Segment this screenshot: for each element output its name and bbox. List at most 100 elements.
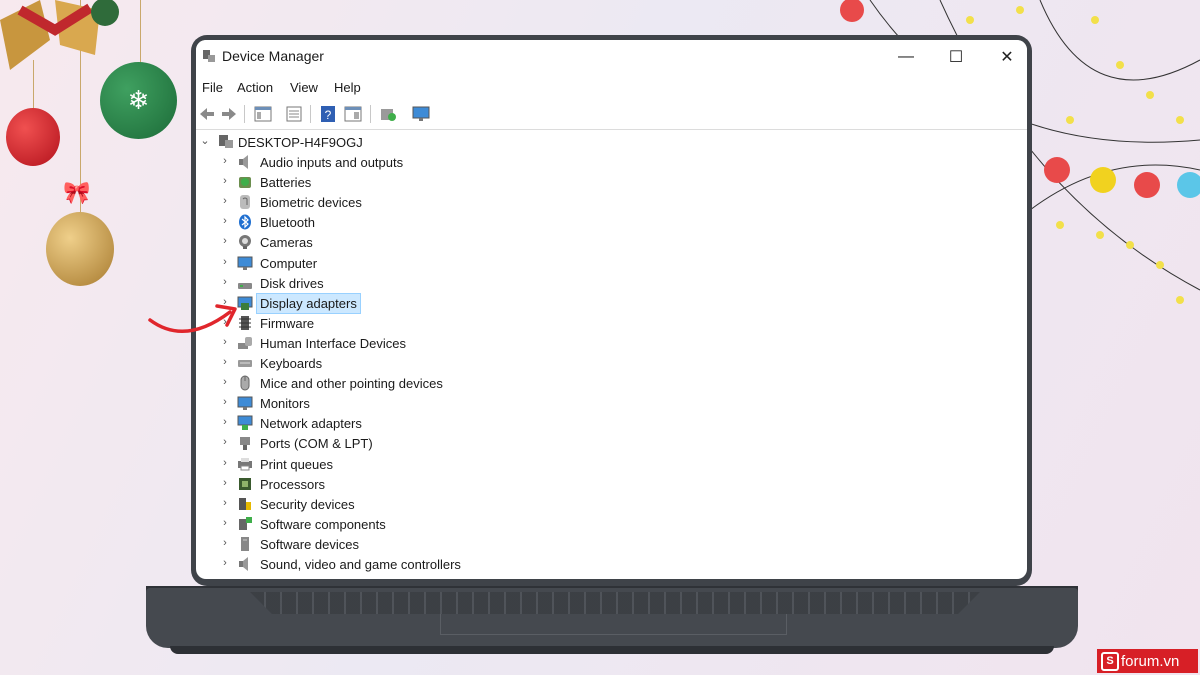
chevron-right-icon[interactable]: › bbox=[220, 457, 230, 468]
chevron-right-icon[interactable]: › bbox=[220, 558, 230, 569]
tree-item[interactable]: › Batteries bbox=[196, 172, 1027, 192]
chevron-right-icon[interactable]: › bbox=[220, 437, 230, 448]
tree-item-label: Display adapters bbox=[256, 292, 361, 314]
tree-item[interactable]: › Biometric devices bbox=[196, 192, 1027, 212]
tree-item[interactable]: › Mice and other pointing devices bbox=[196, 373, 1027, 393]
red-ornament-icon bbox=[6, 108, 60, 166]
sforum-logo-text: forum.vn bbox=[1121, 652, 1180, 670]
chevron-right-icon[interactable]: › bbox=[220, 216, 230, 227]
action-pane-icon[interactable] bbox=[343, 104, 363, 124]
monitor-icon bbox=[237, 395, 253, 411]
chevron-right-icon[interactable]: › bbox=[220, 256, 230, 267]
laptop-base-bottom bbox=[170, 646, 1054, 654]
chevron-right-icon[interactable]: › bbox=[220, 176, 230, 187]
mouse-icon bbox=[237, 375, 253, 391]
svg-text:?: ? bbox=[325, 108, 332, 122]
chevron-right-icon[interactable]: › bbox=[220, 276, 230, 287]
tree-item-label: Ports (COM & LPT) bbox=[260, 436, 373, 452]
chevron-right-icon[interactable]: › bbox=[220, 377, 230, 388]
keyboard-icon bbox=[237, 355, 253, 371]
monitor-icon[interactable] bbox=[411, 104, 431, 124]
tree-item[interactable]: › Sound, video and game controllers bbox=[196, 554, 1027, 574]
port-icon bbox=[237, 435, 253, 451]
tree-item-label: Bluetooth bbox=[260, 215, 315, 231]
maximize-button[interactable]: ☐ bbox=[933, 44, 979, 70]
tree-item-label: Security devices bbox=[260, 496, 355, 512]
properties-icon[interactable] bbox=[284, 104, 304, 124]
laptop-keyboard bbox=[250, 592, 980, 614]
tree-item[interactable]: › Monitors bbox=[196, 393, 1027, 413]
tree-item[interactable]: › Bluetooth bbox=[196, 212, 1027, 232]
sforum-logo-badge: S bbox=[1101, 651, 1119, 671]
tree-item[interactable]: › Processors bbox=[196, 474, 1027, 494]
disk-drive-icon bbox=[237, 275, 253, 291]
scan-hardware-icon[interactable] bbox=[378, 104, 398, 124]
chevron-right-icon[interactable]: › bbox=[220, 156, 230, 167]
chevron-right-icon[interactable]: › bbox=[220, 537, 230, 548]
minimize-button[interactable]: — bbox=[883, 44, 929, 70]
tree-item[interactable]: › Disk drives bbox=[196, 273, 1027, 293]
bluetooth-icon bbox=[237, 214, 253, 230]
chevron-right-icon[interactable]: › bbox=[220, 236, 230, 247]
chevron-right-icon[interactable]: › bbox=[220, 497, 230, 508]
tree-item[interactable]: › Human Interface Devices bbox=[196, 333, 1027, 353]
tree-item[interactable]: › Software devices bbox=[196, 534, 1027, 554]
chevron-right-icon[interactable]: › bbox=[220, 397, 230, 408]
tree-item[interactable]: › Display adapters bbox=[196, 292, 1027, 314]
tree-item-label: Audio inputs and outputs bbox=[260, 155, 404, 170]
processor-icon bbox=[237, 476, 253, 492]
tree-item[interactable]: › Software components bbox=[196, 514, 1027, 534]
laptop-trackpad bbox=[440, 614, 787, 635]
tree-item[interactable]: › Firmware bbox=[196, 313, 1027, 333]
sforum-logo: S forum.vn bbox=[1097, 649, 1198, 673]
battery-icon bbox=[237, 174, 253, 190]
tree-item[interactable]: › Cameras bbox=[196, 232, 1027, 252]
menu-help[interactable]: Help bbox=[334, 80, 361, 95]
forward-icon[interactable] bbox=[219, 104, 239, 124]
chevron-right-icon[interactable]: › bbox=[220, 417, 230, 428]
network-icon bbox=[237, 415, 253, 431]
tree-item-label: Sound, video and game controllers bbox=[260, 557, 461, 572]
tree-item[interactable]: › Computer bbox=[196, 253, 1027, 273]
tree-item-label: Computer bbox=[260, 255, 318, 271]
tree-item[interactable]: › Ports (COM & LPT) bbox=[196, 433, 1027, 453]
software-device-icon bbox=[237, 536, 253, 552]
tree-item-label: Cameras bbox=[260, 235, 313, 251]
close-button[interactable]: ✕ bbox=[984, 44, 1027, 70]
chevron-right-icon[interactable]: › bbox=[220, 357, 230, 368]
tree-item-label: Mice and other pointing devices bbox=[260, 376, 443, 392]
software-component-icon bbox=[237, 516, 253, 532]
show-hide-console-tree-icon[interactable] bbox=[253, 104, 273, 124]
tree-item-label: Software devices bbox=[260, 536, 359, 552]
tree-root[interactable]: ⌄ DESKTOP-H4F9OGJ bbox=[196, 132, 1027, 152]
chevron-right-icon[interactable]: › bbox=[220, 477, 230, 488]
menu-action[interactable]: Action bbox=[237, 80, 273, 95]
tree-item-label: Disk drives bbox=[260, 275, 324, 291]
chevron-right-icon[interactable]: › bbox=[220, 517, 230, 528]
back-icon[interactable] bbox=[197, 104, 217, 124]
tree-item-label: Biometric devices bbox=[260, 195, 362, 211]
tree-item[interactable]: › Keyboards bbox=[196, 353, 1027, 373]
tree-item-label: Print queues bbox=[260, 456, 333, 472]
speaker-icon bbox=[237, 154, 253, 170]
tree-item-label: Batteries bbox=[260, 175, 312, 191]
help-icon[interactable]: ? bbox=[318, 104, 338, 124]
tree-item-label: Network adapters bbox=[260, 416, 362, 432]
computer-icon bbox=[237, 255, 253, 271]
computer-root-icon bbox=[218, 134, 234, 150]
tree-item-label: Software components bbox=[260, 516, 386, 532]
tree-item[interactable]: › Network adapters bbox=[196, 413, 1027, 433]
camera-icon bbox=[237, 234, 253, 250]
tree-item[interactable]: › Audio inputs and outputs bbox=[196, 152, 1027, 172]
tree-item-label: Firmware bbox=[260, 315, 315, 331]
title-bar[interactable]: Device Manager — ☐ ✕ bbox=[196, 40, 1027, 72]
tree-root-label: DESKTOP-H4F9OGJ bbox=[238, 135, 363, 150]
chevron-down-icon[interactable]: ⌄ bbox=[200, 136, 210, 147]
menu-view[interactable]: View bbox=[290, 80, 318, 95]
menu-file[interactable]: File bbox=[202, 80, 223, 95]
sound-icon bbox=[237, 556, 253, 572]
tree-item[interactable]: › Security devices bbox=[196, 494, 1027, 514]
window-title: Device Manager bbox=[222, 48, 324, 64]
tree-item[interactable]: › Print queues bbox=[196, 454, 1027, 474]
chevron-right-icon[interactable]: › bbox=[220, 196, 230, 207]
